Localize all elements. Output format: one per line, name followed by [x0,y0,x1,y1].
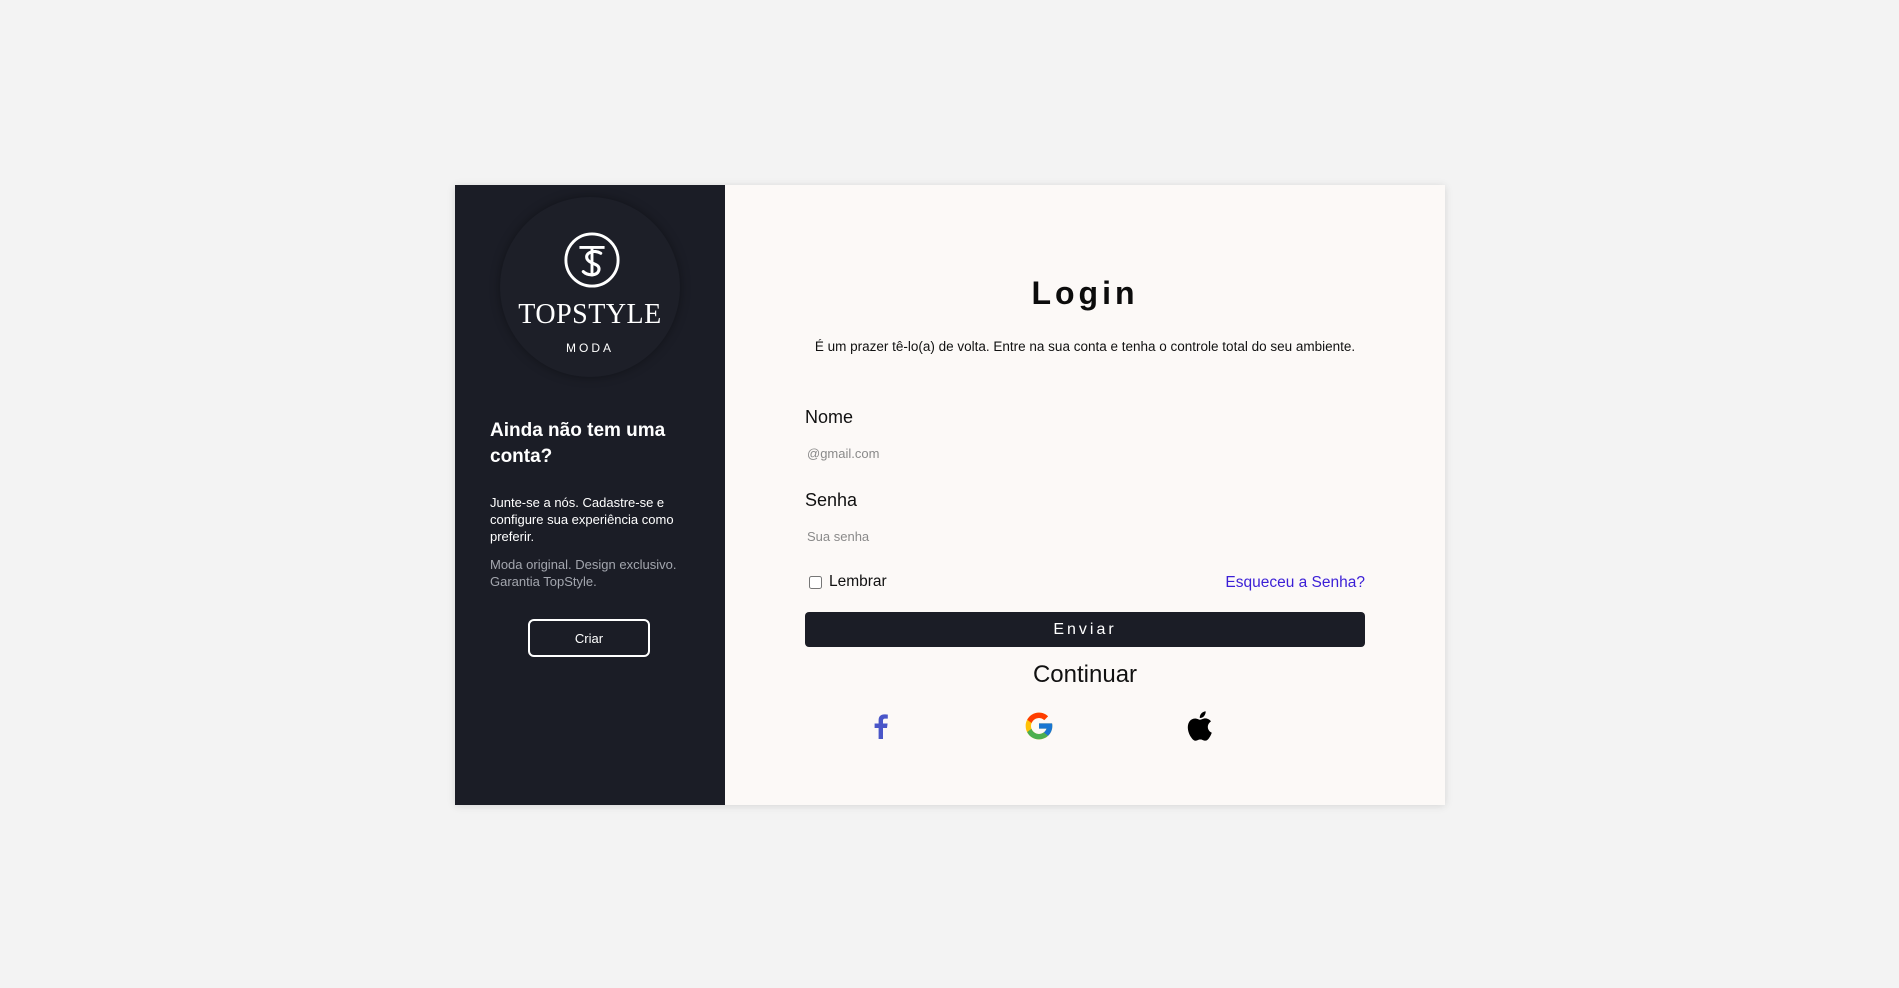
brand-name: TOPSTYLE [518,299,662,330]
remember-checkbox[interactable] [809,575,822,589]
apple-icon [1187,711,1212,741]
brand-logo: TOPSTYLE MODA [500,197,680,377]
signup-tagline: Moda original. Design exclusivo. Garanti… [490,557,677,589]
name-label: Nome [805,407,854,427]
signup-title: Ainda não tem uma conta? [490,420,666,467]
signup-text: Junte-se a nós. Cadastre-se e configure … [490,495,674,544]
forgot-password-link[interactable]: Esqueceu a Senha? [1225,574,1365,592]
remember-label: Lembrar [829,573,887,590]
password-label: Senha [805,490,858,510]
password-input[interactable] [805,523,1369,549]
submit-button[interactable]: Enviar [805,612,1365,647]
continue-label: Continuar [1032,661,1138,688]
create-account-button[interactable]: Criar [528,619,650,657]
brand-monogram-icon [564,232,620,288]
login-subtitle: É um prazer tê-lo(a) de volta. Entre na … [814,339,1356,354]
signup-panel: TOPSTYLE MODA Ainda não tem uma conta? J… [455,185,725,805]
remember-row: Lembrar [805,573,887,591]
page-title: Login [1031,275,1139,311]
login-card: TOPSTYLE MODA Ainda não tem uma conta? J… [455,185,1445,805]
facebook-login-button[interactable] [862,708,898,744]
google-login-button[interactable] [1021,708,1057,744]
brand-subtitle: MODA [566,341,614,355]
login-form-panel: Login É um prazer tê-lo(a) de volta. Ent… [725,185,1445,805]
apple-login-button[interactable] [1181,708,1217,744]
facebook-icon [874,714,888,739]
google-icon [1025,712,1053,740]
name-input[interactable] [805,440,1369,466]
